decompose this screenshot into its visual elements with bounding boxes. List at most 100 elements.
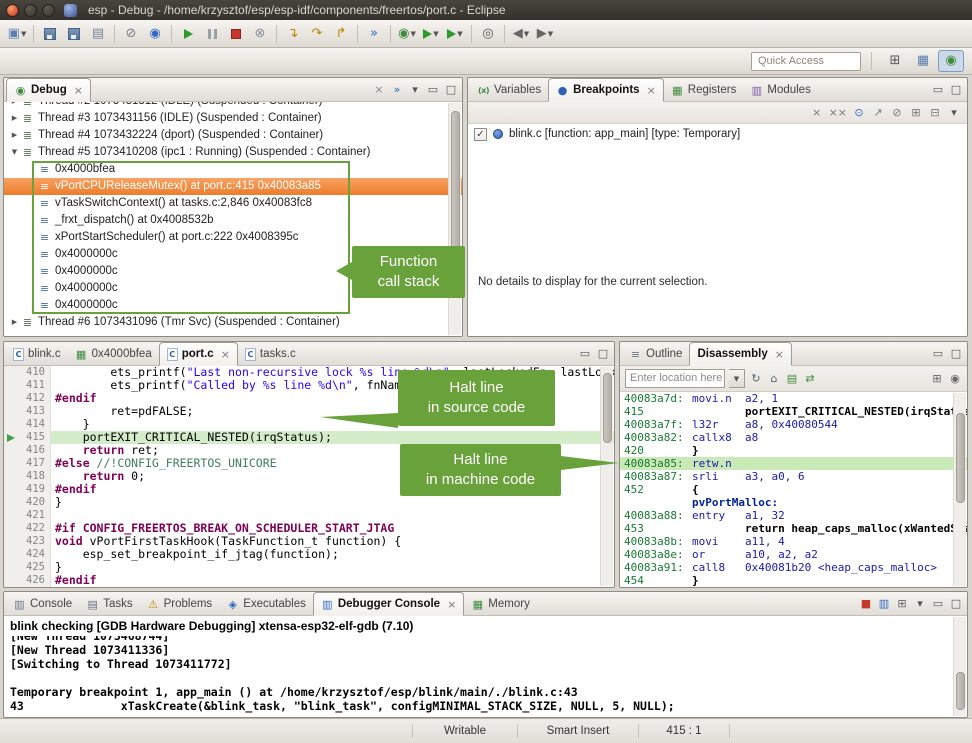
step-over-button[interactable]: ↷	[305, 23, 329, 45]
location-input[interactable]: Enter location here	[625, 369, 725, 388]
debug-button[interactable]: ◉▼	[395, 23, 419, 45]
debug-thread-row[interactable]: ▶Thread #3 1073431156 (IDLE) (Suspended …	[4, 110, 462, 127]
sash-horizontal-2[interactable]	[3, 588, 968, 591]
close-tab-icon[interactable]: ×	[775, 348, 784, 361]
editor-tab-0x4000bfea[interactable]: 0x4000bfea	[68, 343, 159, 365]
minimize-icon[interactable]: ▭	[931, 82, 945, 98]
open-new-view-icon[interactable]: ⊞	[930, 371, 944, 387]
minimize-icon[interactable]: ▭	[931, 596, 945, 612]
debug-thread-row[interactable]: ▶Thread #4 1073432224 (dport) (Suspended…	[4, 127, 462, 144]
sash-vertical-top[interactable]	[463, 77, 467, 337]
expand-twisty-icon[interactable]: ▶	[8, 110, 21, 127]
close-tab-icon[interactable]: ×	[74, 84, 83, 97]
editor-tab-tasks-c[interactable]: tasks.c	[238, 343, 303, 365]
right-tab-modules[interactable]: Modules	[743, 79, 817, 101]
remove-all-terminated-icon[interactable]: ×	[372, 82, 386, 98]
refresh-icon[interactable]: ↻	[749, 371, 763, 387]
view-menu-icon[interactable]: ▾	[408, 82, 422, 98]
terminate-button[interactable]	[224, 23, 248, 45]
debug-thread-row[interactable]: ▶Thread #2 1073431312 (IDLE) (Suspended …	[4, 102, 462, 110]
close-tab-icon[interactable]: ×	[647, 84, 656, 97]
skip-all-breakpoints-button[interactable]: ⊘	[119, 23, 143, 45]
save-all-button[interactable]	[62, 23, 86, 45]
terminate-icon[interactable]: ■	[859, 596, 873, 612]
code-text[interactable]: }	[51, 561, 614, 574]
console-tab-executables[interactable]: Executables	[219, 593, 313, 615]
scrollbar-thumb[interactable]	[956, 413, 965, 503]
console-output-area[interactable]: [New Thread 1073468744] [New Thread 1073…	[4, 636, 967, 717]
location-dropdown-icon[interactable]: ▼	[729, 369, 745, 388]
go-to-file-for-breakpoint-icon[interactable]: ↗	[871, 105, 885, 121]
open-perspective-button[interactable]: ⊞	[882, 50, 908, 72]
show-source-icon[interactable]: ▤	[785, 371, 799, 387]
minimize-icon[interactable]: ▭	[578, 346, 592, 362]
maximize-icon[interactable]: □	[949, 596, 963, 612]
step-into-button[interactable]: ↴	[281, 23, 305, 45]
debug-frame-row[interactable]: xPortStartScheduler() at port.c:222 0x40…	[4, 229, 462, 246]
skip-all-breakpoints-icon[interactable]: ⊘	[890, 105, 904, 121]
debug-tab-debug[interactable]: Debug×	[6, 78, 91, 102]
scrollbar-thumb[interactable]	[603, 373, 612, 443]
maximize-icon[interactable]: □	[596, 346, 610, 362]
close-tab-icon[interactable]: ×	[221, 348, 230, 361]
expand-twisty-icon[interactable]: ▶	[8, 127, 21, 144]
expand-twisty-icon[interactable]: ▶	[8, 314, 21, 331]
console-tab-console[interactable]: Console	[6, 593, 79, 615]
collapse-twisty-icon[interactable]: ▼	[8, 144, 21, 161]
remove-selected-breakpoints-icon[interactable]: ×	[810, 105, 824, 121]
external-tools-button[interactable]: ▼	[443, 23, 467, 45]
maximize-icon[interactable]: □	[949, 82, 963, 98]
expand-twisty-icon[interactable]: ▶	[8, 102, 21, 110]
collapse-all-icon[interactable]: ⊟	[928, 105, 942, 121]
show-breakpoints-supported-icon[interactable]: ⊙	[852, 105, 866, 121]
sash-horizontal-1[interactable]	[3, 337, 968, 341]
resume-button[interactable]	[176, 23, 200, 45]
window-maximize-button[interactable]	[42, 4, 55, 17]
window-minimize-button[interactable]	[24, 4, 37, 17]
instruction-stepping-button[interactable]: »	[362, 23, 386, 45]
show-breakpoints-button[interactable]: ◉	[143, 23, 167, 45]
disassembly-scrollbar[interactable]	[953, 393, 966, 586]
minimize-icon[interactable]: ▭	[931, 346, 945, 362]
code-text[interactable]: #endif	[51, 574, 614, 587]
search-button[interactable]: ◎	[476, 23, 500, 45]
right-tab-variables[interactable]: Variables	[470, 79, 548, 101]
console-tab-debugger-console[interactable]: Debugger Console×	[313, 592, 464, 616]
window-close-button[interactable]	[6, 4, 19, 17]
new-wizard-button[interactable]: ▣▼	[5, 23, 29, 45]
minimize-icon[interactable]: ▭	[426, 82, 440, 98]
right-tab-registers[interactable]: Registers	[664, 79, 744, 101]
right-tab-breakpoints[interactable]: Breakpoints×	[548, 78, 664, 102]
code-text[interactable]: esp_set_breakpoint_if_jtag(function);	[51, 548, 614, 561]
code-text[interactable]: }	[51, 496, 614, 509]
cpp-perspective-button[interactable]: ▦	[910, 50, 936, 72]
maximize-icon[interactable]: □	[949, 346, 963, 362]
quick-access-input[interactable]: Quick Access	[751, 52, 861, 71]
save-button[interactable]	[38, 23, 62, 45]
breakpoint-enabled-checkbox[interactable]	[474, 128, 487, 141]
disconnect-button[interactable]: ⊗	[248, 23, 272, 45]
step-return-button[interactable]: ↱	[329, 23, 353, 45]
debug-thread-row[interactable]: ▼Thread #5 1073410208 (ipc1 : Running) (…	[4, 144, 462, 161]
editor-tab-blink-c[interactable]: blink.c	[6, 343, 68, 365]
disassembly-content[interactable]: 40083a7d:movi.n a2, 1415 portEXIT_CRITIC…	[620, 392, 967, 587]
back-button[interactable]: ◀▼	[509, 23, 533, 45]
run-button[interactable]: ▼	[419, 23, 443, 45]
console-tab-tasks[interactable]: Tasks	[79, 593, 139, 615]
debug-frame-row[interactable]: 0x4000000c	[4, 297, 462, 314]
editor-tab-port-c[interactable]: port.c×	[159, 342, 238, 366]
debug-frame-row[interactable]: 0x4000bfea	[4, 161, 462, 178]
view-menu-icon[interactable]: ▾	[913, 596, 927, 612]
expand-all-icon[interactable]: ⊞	[909, 105, 923, 121]
scrollbar-thumb[interactable]	[451, 111, 460, 261]
display-selected-console-icon[interactable]: ▥	[877, 596, 891, 612]
maximize-icon[interactable]: □	[444, 82, 458, 98]
debug-perspective-button[interactable]: ◉	[938, 50, 964, 72]
view-menu-icon[interactable]: ▾	[947, 105, 961, 121]
console-tab-memory[interactable]: Memory	[464, 593, 537, 615]
breakpoint-list-item[interactable]: blink.c [function: app_main] [type: Temp…	[468, 124, 967, 144]
suspend-button[interactable]	[200, 23, 224, 45]
debug-thread-row[interactable]: ▶Thread #6 1073431096 (Tmr Svc) (Suspend…	[4, 314, 462, 331]
outline-tab-disassembly[interactable]: Disassembly×	[689, 342, 792, 366]
pin-icon[interactable]: ◉	[948, 371, 962, 387]
